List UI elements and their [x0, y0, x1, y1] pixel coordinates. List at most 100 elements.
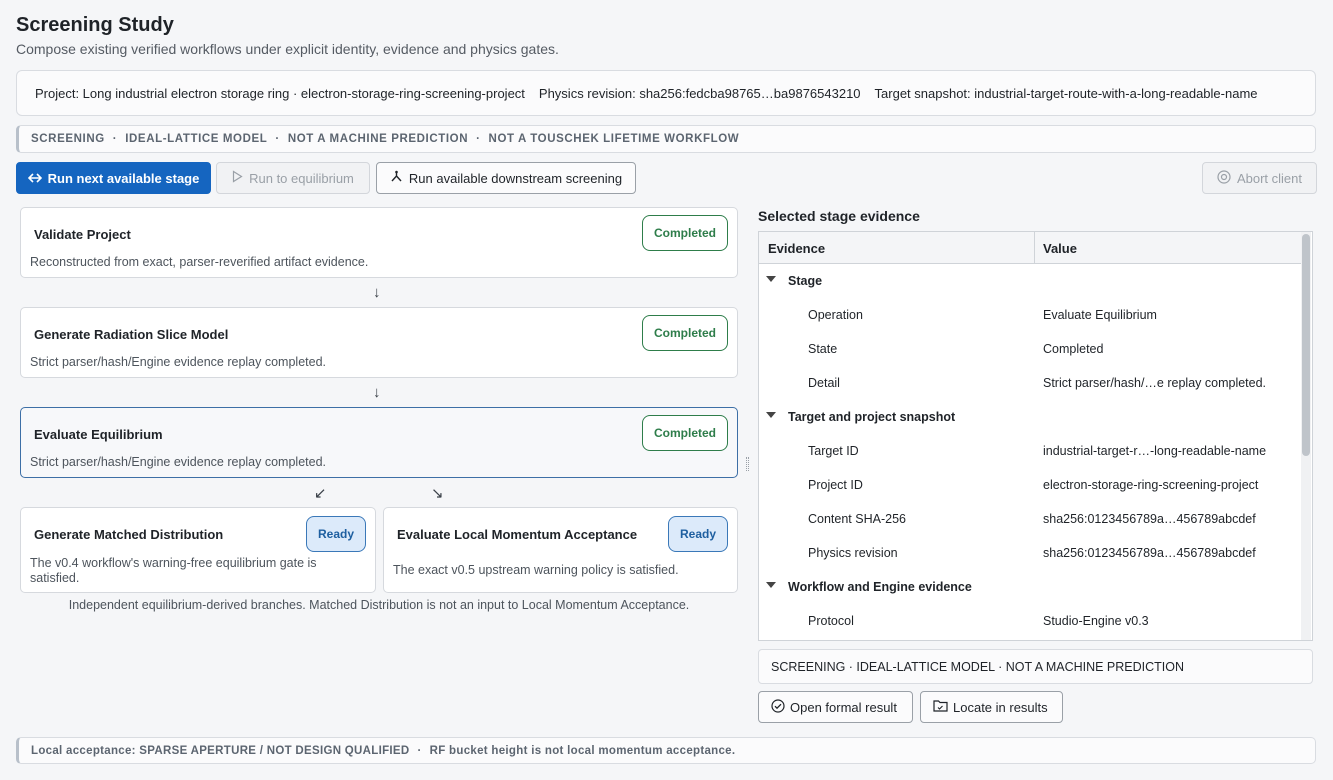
row-key: Project ID — [808, 478, 863, 492]
tree-group-stage[interactable]: Stage — [759, 264, 1301, 298]
down-right-arrow-icon: ↘ — [431, 485, 444, 502]
stage-description: Strict parser/hash/Engine evidence repla… — [30, 355, 326, 369]
row-value: sha256:0123456789a…456789abcdef — [1043, 546, 1256, 560]
row-value: Strict parser/hash/…e replay completed. — [1043, 376, 1267, 390]
banner-item: IDEAL-LATTICE MODEL — [125, 133, 268, 145]
check-circle-icon — [771, 698, 785, 716]
row-key: Detail — [808, 376, 840, 390]
local-acceptance-banner: Local acceptance: SPARSE APERTURE / NOT … — [16, 737, 1316, 764]
stage-description: Strict parser/hash/Engine evidence repla… — [30, 455, 326, 469]
row-value: Studio-Engine v0.3 — [1043, 614, 1149, 628]
column-header-evidence[interactable]: Evidence — [768, 241, 825, 256]
tree-row[interactable]: Project ID electron-storage-ring-screeni… — [759, 468, 1301, 502]
run-to-equilibrium-button[interactable]: Run to equilibrium — [216, 162, 370, 194]
folder-icon — [933, 699, 948, 715]
tree-row[interactable]: Target ID industrial-target-r…-long-read… — [759, 434, 1301, 468]
column-header-value[interactable]: Value — [1043, 241, 1077, 256]
abort-client-label: Abort client — [1236, 170, 1303, 186]
group-label: Workflow and Engine evidence — [788, 580, 972, 594]
banner-separator: · — [476, 133, 481, 145]
panel-splitter-handle[interactable] — [746, 457, 749, 471]
target-snapshot-label: Target snapshot: industrial-target-route… — [874, 85, 1258, 101]
stage-description: Reconstructed from exact, parser-reverif… — [30, 255, 369, 269]
row-key: Protocol — [808, 614, 854, 628]
run-next-stage-label: Run next available stage — [47, 170, 200, 186]
evidence-panel-title: Selected stage evidence — [758, 208, 920, 224]
row-value: electron-storage-ring-screening-project — [1043, 478, 1259, 492]
run-downstream-label: Run available downstream screening — [408, 170, 623, 186]
row-key: Operation — [808, 308, 863, 322]
stage-card-evaluate-local-momentum-acceptance[interactable]: Evaluate Local Momentum Acceptance Ready… — [383, 507, 738, 593]
page-subtitle: Compose existing verified workflows unde… — [16, 41, 559, 57]
locate-in-results-button[interactable]: Locate in results — [920, 691, 1063, 723]
status-badge: Completed — [642, 415, 728, 451]
expand-triangle-icon[interactable] — [766, 582, 776, 588]
stage-title: Validate Project — [34, 227, 131, 242]
rf-bucket-note: RF bucket height is not local momentum a… — [429, 744, 736, 757]
branch-footnote: Independent equilibrium-derived branches… — [68, 598, 690, 612]
down-arrow-icon: ↓ — [373, 384, 381, 401]
row-key: State — [808, 342, 838, 356]
tree-row[interactable]: State Completed — [759, 332, 1301, 366]
stage-description: The v0.4 workflow's warning-free equilib… — [30, 556, 317, 585]
row-key: Content SHA-256 — [808, 512, 906, 526]
open-formal-result-label: Open formal result — [790, 699, 897, 715]
row-key: Target ID — [808, 444, 859, 458]
project-label: Project: Long industrial electron storag… — [35, 85, 525, 101]
local-acceptance-status: Local acceptance: SPARSE APERTURE / NOT … — [31, 744, 410, 757]
banner-separator: · — [275, 133, 280, 145]
tree-group-target-project-snapshot[interactable]: Target and project snapshot — [759, 400, 1301, 434]
stage-card-validate-project[interactable]: Validate Project Completed Reconstructed… — [20, 207, 738, 278]
scrollbar-thumb[interactable] — [1302, 234, 1310, 456]
stage-card-generate-radiation-slice-model[interactable]: Generate Radiation Slice Model Completed… — [20, 307, 738, 378]
banner-separator: · — [112, 133, 118, 145]
physics-revision-label: Physics revision: sha256:fedcba98765…ba9… — [538, 85, 861, 101]
banner-item: SCREENING — [31, 133, 105, 145]
branch-icon — [390, 170, 403, 186]
stage-title: Evaluate Local Momentum Acceptance — [397, 527, 638, 542]
run-downstream-button[interactable]: Run available downstream screening — [376, 162, 636, 194]
banner-item: NOT A MACHINE PREDICTION — [287, 133, 469, 145]
stage-description: The exact v0.5 upstream warning policy i… — [393, 563, 679, 577]
down-arrow-icon: ↓ — [373, 284, 381, 301]
expand-triangle-icon[interactable] — [766, 276, 776, 282]
project-info-bar: Project: Long industrial electron storag… — [16, 70, 1316, 116]
play-icon — [232, 170, 243, 186]
evidence-screening-banner: SCREENING · IDEAL-LATTICE MODEL · NOT A … — [758, 649, 1313, 684]
swap-arrow-icon — [27, 171, 42, 186]
group-label: Stage — [788, 274, 823, 288]
locate-in-results-label: Locate in results — [953, 699, 1048, 715]
group-label: Target and project snapshot — [788, 410, 956, 424]
status-badge: Completed — [642, 315, 728, 351]
stage-title: Evaluate Equilibrium — [34, 427, 163, 442]
stage-card-evaluate-equilibrium[interactable]: Evaluate Equilibrium Completed Strict pa… — [20, 407, 738, 478]
status-badge: Ready — [668, 516, 728, 552]
tree-row[interactable]: Protocol Studio-Engine v0.3 — [759, 604, 1301, 638]
page-title: Screening Study — [16, 14, 174, 36]
row-value: Evaluate Equilibrium — [1043, 308, 1157, 322]
banner-item: NOT A TOUSCHEK LIFETIME WORKFLOW — [488, 133, 740, 145]
row-key: Physics revision — [808, 546, 898, 560]
tree-row[interactable]: Detail Strict parser/hash/…e replay comp… — [759, 366, 1301, 400]
row-value: Completed — [1043, 342, 1104, 356]
tree-row[interactable]: Content SHA-256 sha256:0123456789a…45678… — [759, 502, 1301, 536]
banner-separator: · — [417, 744, 422, 757]
tree-group-workflow-engine-evidence[interactable]: Workflow and Engine evidence — [759, 570, 1301, 604]
row-value: industrial-target-r…-long-readable-name — [1043, 444, 1267, 458]
tree-row[interactable]: Operation Evaluate Equilibrium — [759, 298, 1301, 332]
evidence-table[interactable]: Evidence Value Stage Operation Evaluate … — [758, 231, 1313, 641]
screening-banner: SCREENING · IDEAL-LATTICE MODEL · NOT A … — [16, 125, 1316, 153]
abort-client-button[interactable]: Abort client — [1202, 162, 1317, 194]
expand-triangle-icon[interactable] — [766, 412, 776, 418]
stop-circle-icon — [1217, 169, 1231, 187]
stage-card-generate-matched-distribution[interactable]: Generate Matched Distribution Ready The … — [20, 507, 376, 593]
status-badge: Completed — [642, 215, 728, 251]
row-value: sha256:0123456789a…456789abcdef — [1043, 512, 1256, 526]
stage-title: Generate Radiation Slice Model — [34, 327, 229, 342]
evidence-table-header: Evidence Value — [759, 232, 1301, 264]
open-formal-result-button[interactable]: Open formal result — [758, 691, 913, 723]
run-next-stage-button[interactable]: Run next available stage — [16, 162, 211, 194]
tree-row[interactable]: Physics revision sha256:0123456789a…4567… — [759, 536, 1301, 570]
down-left-arrow-icon: ↙ — [314, 485, 327, 502]
run-to-equilibrium-label: Run to equilibrium — [249, 170, 354, 186]
